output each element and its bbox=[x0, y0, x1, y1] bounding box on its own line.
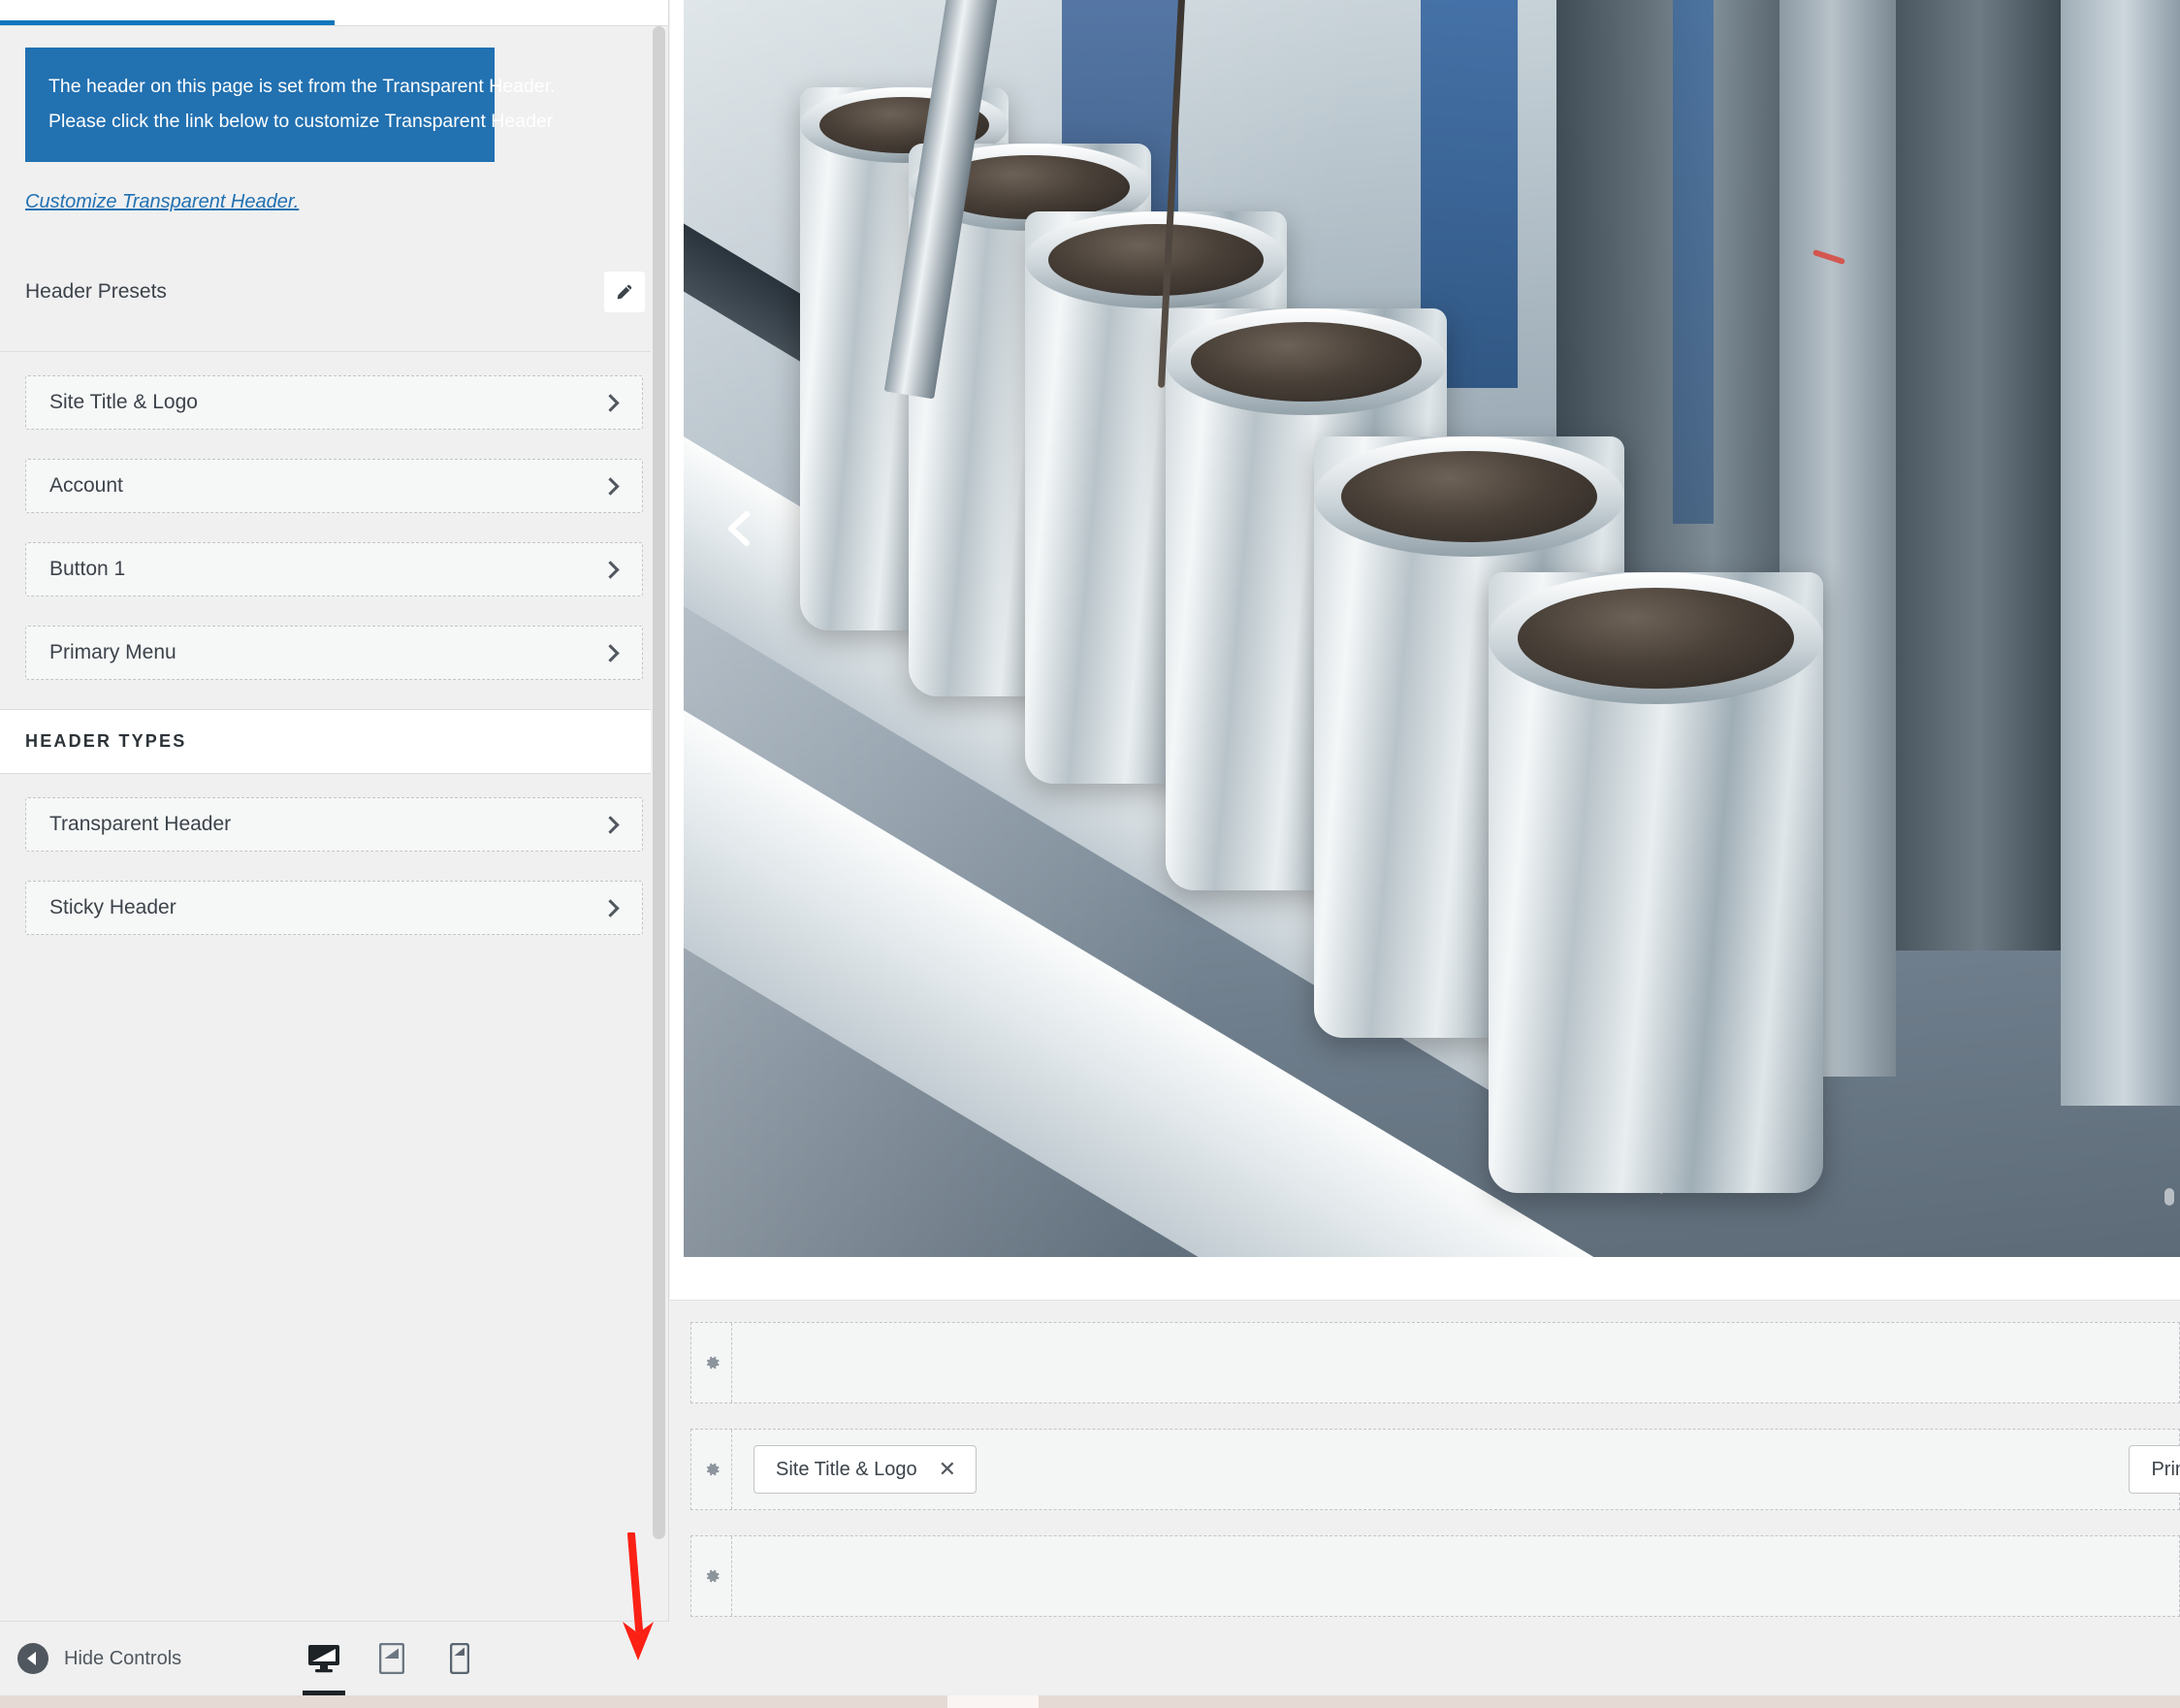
customize-transparent-header-link[interactable]: Customize Transparent Header. bbox=[25, 191, 299, 213]
panel-scroll-region: The header on this page is set from the … bbox=[0, 26, 668, 1632]
sidebar-item-label: Site Title & Logo bbox=[49, 391, 198, 414]
chevron-right-icon bbox=[601, 899, 619, 917]
active-tab-indicator bbox=[0, 20, 335, 25]
chevron-right-icon bbox=[601, 644, 619, 661]
customizer-panel: The header on this page is set from the … bbox=[0, 0, 669, 1708]
gear-icon[interactable] bbox=[691, 1323, 732, 1402]
hero-slider bbox=[684, 0, 2180, 1257]
header-presets-row: Header Presets bbox=[0, 239, 668, 352]
hero-bottom-gap bbox=[670, 1257, 2180, 1301]
machine-part bbox=[2061, 0, 2180, 1106]
chevron-left-icon[interactable] bbox=[717, 504, 765, 553]
gear-icon[interactable] bbox=[691, 1536, 732, 1616]
chevron-right-icon bbox=[601, 477, 619, 495]
notice-line-1: The header on this page is set from the … bbox=[48, 69, 471, 104]
bottom-strip bbox=[0, 1695, 2180, 1708]
machine-part bbox=[1673, 0, 1714, 524]
header-builder-row-primary[interactable]: Site Title & Logo ✕ Prim ✕ bbox=[690, 1429, 2180, 1510]
sidebar-item-site-title-logo[interactable]: Site Title & Logo bbox=[25, 375, 643, 430]
desktop-icon[interactable] bbox=[305, 1633, 343, 1684]
header-builder: Site Title & Logo ✕ Prim ✕ bbox=[670, 1301, 2180, 1708]
close-icon[interactable]: ✕ bbox=[939, 1459, 956, 1480]
panel-tab-strip bbox=[0, 0, 668, 26]
sidebar-item-button-1[interactable]: Button 1 bbox=[25, 542, 643, 596]
builder-item-label: Prim bbox=[2151, 1459, 2180, 1481]
site-preview: Site Title & Logo ✕ Prim ✕ bbox=[670, 0, 2180, 1708]
header-builder-row-above[interactable] bbox=[690, 1322, 2180, 1403]
hide-controls-label: Hide Controls bbox=[64, 1648, 181, 1670]
sidebar-item-label: Sticky Header bbox=[49, 896, 176, 919]
chevron-right-icon bbox=[601, 816, 619, 833]
customizer-bottom-bar: Hide Controls bbox=[0, 1621, 669, 1695]
tablet-icon[interactable] bbox=[372, 1633, 411, 1684]
transparent-header-notice-section: The header on this page is set from the … bbox=[0, 26, 668, 213]
header-builder-row-body[interactable]: Site Title & Logo ✕ Prim ✕ bbox=[732, 1430, 2179, 1509]
panel-scrollbar-thumb[interactable] bbox=[653, 26, 665, 1539]
header-builder-row-below[interactable] bbox=[690, 1535, 2180, 1617]
pencil-icon[interactable] bbox=[604, 272, 645, 312]
header-types-heading: HEADER TYPES bbox=[0, 709, 668, 774]
mobile-icon[interactable] bbox=[440, 1633, 479, 1684]
gear-icon[interactable] bbox=[691, 1430, 732, 1509]
chevron-right-icon bbox=[601, 394, 619, 411]
sidebar-item-label: Primary Menu bbox=[49, 641, 176, 664]
header-elements-list: Site Title & Logo Account Button 1 Prima… bbox=[0, 352, 668, 680]
hide-controls-button[interactable]: Hide Controls bbox=[17, 1643, 181, 1674]
sidebar-item-primary-menu[interactable]: Primary Menu bbox=[25, 626, 643, 680]
header-types-heading-label: HEADER TYPES bbox=[25, 731, 186, 751]
sidebar-item-label: Transparent Header bbox=[49, 813, 231, 836]
transparent-header-notice: The header on this page is set from the … bbox=[25, 48, 495, 162]
bottom-strip-highlight bbox=[947, 1695, 1039, 1708]
chevron-right-icon bbox=[601, 561, 619, 578]
aluminum-can bbox=[1489, 572, 1823, 1193]
builder-item-site-title-logo[interactable]: Site Title & Logo ✕ bbox=[753, 1445, 977, 1494]
header-presets-label: Header Presets bbox=[25, 280, 167, 304]
header-types-list: Transparent Header Sticky Header bbox=[0, 774, 668, 935]
sidebar-item-sticky-header[interactable]: Sticky Header bbox=[25, 881, 643, 935]
machine-part bbox=[1896, 0, 2061, 951]
sidebar-item-label: Account bbox=[49, 474, 123, 498]
sidebar-item-label: Button 1 bbox=[49, 558, 125, 581]
header-builder-row-body[interactable] bbox=[732, 1323, 2179, 1402]
device-preview-switcher bbox=[305, 1633, 479, 1684]
panel-scrollbar[interactable] bbox=[651, 26, 668, 1632]
builder-item-label: Site Title & Logo bbox=[776, 1459, 917, 1481]
collapse-left-icon bbox=[17, 1643, 48, 1674]
sidebar-item-account[interactable]: Account bbox=[25, 459, 643, 513]
notice-line-2: Please click the link below to customize… bbox=[48, 104, 471, 139]
sidebar-item-transparent-header[interactable]: Transparent Header bbox=[25, 797, 643, 852]
customizer-screen: The header on this page is set from the … bbox=[0, 0, 2180, 1708]
slider-pagination-dot[interactable] bbox=[2164, 1188, 2174, 1206]
builder-item-primary-menu[interactable]: Prim ✕ bbox=[2129, 1445, 2180, 1494]
header-builder-row-body[interactable] bbox=[732, 1536, 2179, 1616]
